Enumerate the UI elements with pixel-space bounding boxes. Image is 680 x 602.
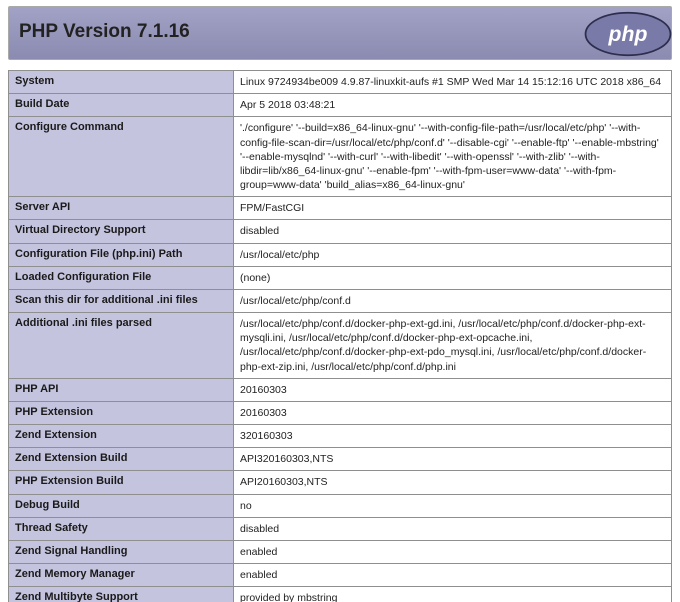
- info-label: Virtual Directory Support: [9, 220, 234, 243]
- info-value: /usr/local/etc/php/conf.d: [234, 289, 672, 312]
- table-row: Server APIFPM/FastCGI: [9, 197, 672, 220]
- info-label: PHP Extension: [9, 401, 234, 424]
- info-label: PHP API: [9, 378, 234, 401]
- table-row: Zend Extension320160303: [9, 425, 672, 448]
- info-label: Scan this dir for additional .ini files: [9, 289, 234, 312]
- info-label: Server API: [9, 197, 234, 220]
- info-value: Apr 5 2018 03:48:21: [234, 94, 672, 117]
- info-value: FPM/FastCGI: [234, 197, 672, 220]
- info-label: PHP Extension Build: [9, 471, 234, 494]
- table-row: Thread Safetydisabled: [9, 517, 672, 540]
- table-row: PHP Extension20160303: [9, 401, 672, 424]
- info-value: enabled: [234, 564, 672, 587]
- info-value: API20160303,NTS: [234, 471, 672, 494]
- info-label: Build Date: [9, 94, 234, 117]
- table-row: PHP API20160303: [9, 378, 672, 401]
- info-label: Zend Multibyte Support: [9, 587, 234, 602]
- table-row: Loaded Configuration File(none): [9, 266, 672, 289]
- info-value: 20160303: [234, 401, 672, 424]
- info-label: Thread Safety: [9, 517, 234, 540]
- header-box: PHP Version 7.1.16 php: [8, 6, 672, 60]
- info-value: './configure' '--build=x86_64-linux-gnu'…: [234, 117, 672, 197]
- info-label: Zend Extension Build: [9, 448, 234, 471]
- info-value: 320160303: [234, 425, 672, 448]
- info-label: Zend Extension: [9, 425, 234, 448]
- table-row: Virtual Directory Supportdisabled: [9, 220, 672, 243]
- info-value: enabled: [234, 540, 672, 563]
- info-value: /usr/local/etc/php/conf.d/docker-php-ext…: [234, 313, 672, 379]
- info-label: System: [9, 71, 234, 94]
- info-value: API320160303,NTS: [234, 448, 672, 471]
- info-value: disabled: [234, 517, 672, 540]
- table-row: PHP Extension BuildAPI20160303,NTS: [9, 471, 672, 494]
- svg-text:php: php: [608, 23, 648, 46]
- info-label: Configuration File (php.ini) Path: [9, 243, 234, 266]
- info-value: (none): [234, 266, 672, 289]
- info-label: Zend Memory Manager: [9, 564, 234, 587]
- info-label: Debug Build: [9, 494, 234, 517]
- phpinfo-page: PHP Version 7.1.16 php SystemLinux 97249…: [0, 0, 680, 602]
- table-row: Build DateApr 5 2018 03:48:21: [9, 94, 672, 117]
- table-row: Additional .ini files parsed/usr/local/e…: [9, 313, 672, 379]
- phpinfo-table-body: SystemLinux 9724934be009 4.9.87-linuxkit…: [9, 71, 672, 602]
- info-label: Loaded Configuration File: [9, 266, 234, 289]
- php-logo-icon: php: [583, 11, 673, 57]
- info-label: Additional .ini files parsed: [9, 313, 234, 379]
- phpinfo-table: SystemLinux 9724934be009 4.9.87-linuxkit…: [8, 70, 672, 602]
- info-value: provided by mbstring: [234, 587, 672, 602]
- info-value: no: [234, 494, 672, 517]
- table-row: SystemLinux 9724934be009 4.9.87-linuxkit…: [9, 71, 672, 94]
- table-row: Configure Command'./configure' '--build=…: [9, 117, 672, 197]
- table-row: Zend Extension BuildAPI320160303,NTS: [9, 448, 672, 471]
- info-value: disabled: [234, 220, 672, 243]
- table-row: Zend Multibyte Supportprovided by mbstri…: [9, 587, 672, 602]
- info-value: Linux 9724934be009 4.9.87-linuxkit-aufs …: [234, 71, 672, 94]
- page-title: PHP Version 7.1.16: [19, 21, 190, 43]
- table-row: Scan this dir for additional .ini files/…: [9, 289, 672, 312]
- info-label: Configure Command: [9, 117, 234, 197]
- info-value: /usr/local/etc/php: [234, 243, 672, 266]
- info-label: Zend Signal Handling: [9, 540, 234, 563]
- table-row: Configuration File (php.ini) Path/usr/lo…: [9, 243, 672, 266]
- table-row: Debug Buildno: [9, 494, 672, 517]
- table-row: Zend Memory Managerenabled: [9, 564, 672, 587]
- info-value: 20160303: [234, 378, 672, 401]
- table-row: Zend Signal Handlingenabled: [9, 540, 672, 563]
